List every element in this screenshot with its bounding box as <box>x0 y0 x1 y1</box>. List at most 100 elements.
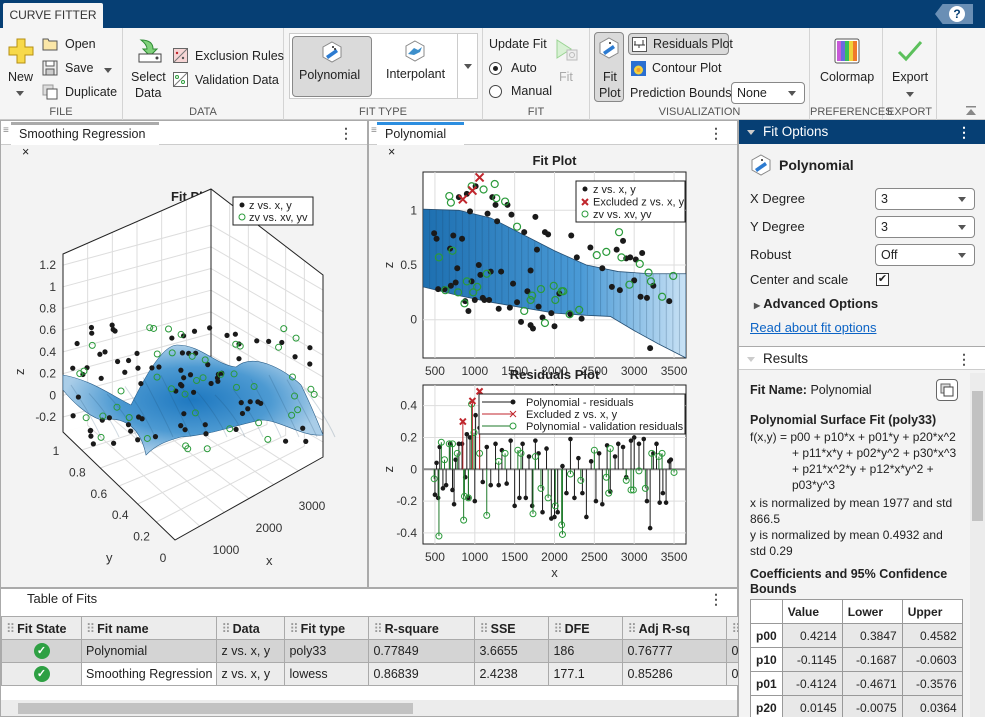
data-point <box>191 328 198 334</box>
coef-value: 0.4582 <box>901 623 963 648</box>
y-tick-label: 0.2 <box>133 530 150 544</box>
data-point <box>431 230 438 237</box>
legend-entry: Polynomial - residuals <box>526 397 634 409</box>
column-header[interactable]: ⠿ Fit name <box>80 616 218 640</box>
fit-button[interactable]: Fit <box>553 36 583 88</box>
advanced-options-toggle[interactable]: ▶ Advanced Options <box>754 296 878 311</box>
scrollbar-thumb[interactable] <box>972 391 983 521</box>
more-options-icon[interactable]: ⋮ <box>709 591 723 608</box>
table-of-fits-title: Table of Fits <box>27 591 98 606</box>
data-point <box>508 211 515 218</box>
z-tick-label: 1 <box>49 280 56 294</box>
results-header[interactable]: Results ⋮ <box>739 346 985 370</box>
data-point <box>207 325 213 331</box>
tab-polynomial[interactable]: Polynomial × <box>377 122 464 159</box>
data-point <box>181 375 187 381</box>
y-tick-label: 1 <box>53 444 60 458</box>
coef-row: p20 0.0145 -0.0075 0.0364 <box>750 695 963 717</box>
tab-smoothing-regression[interactable]: Smoothing Regression × <box>11 122 159 159</box>
column-header[interactable]: ⠿ Fit type <box>284 616 370 640</box>
fit-plot-3d: Fit Plot-0.200.20.40.60.811.200.20.40.60… <box>12 188 336 568</box>
data-point <box>208 380 214 387</box>
residual-point <box>580 490 585 496</box>
horizontal-scrollbar[interactable] <box>1 700 737 716</box>
model-title: Polynomial Surface Fit (poly33) <box>750 413 937 427</box>
copy-button[interactable] <box>936 379 958 401</box>
read-about-fit-options-link[interactable]: Read about fit options <box>750 320 876 335</box>
column-header[interactable]: ⠿ Adj R-sq <box>622 616 728 640</box>
tab-curve-fitter[interactable]: CURVE FITTER <box>3 3 103 28</box>
coef-name: p00 <box>750 623 783 648</box>
column-header[interactable]: ⠿ DFE <box>548 616 624 640</box>
table-row[interactable]: ✓ Polynomial z vs. x, y poly33 0.77849 3.6655… <box>1 639 757 663</box>
data-point <box>514 299 521 306</box>
select-data-button[interactable]: Select Data <box>129 36 167 102</box>
data-point <box>114 358 121 365</box>
residuals-plot-button[interactable]: Residuals Plot <box>628 33 733 55</box>
section-label-file: FILE <box>49 106 73 118</box>
fit-options-header[interactable]: Fit Options ⋮ <box>739 120 985 144</box>
data-point <box>181 411 187 417</box>
x-degree-dropdown[interactable]: 3 <box>875 188 975 210</box>
column-header[interactable]: ⠿ Fit State <box>1 616 82 640</box>
more-options-icon[interactable]: ⋮ <box>339 125 353 142</box>
manual-radio[interactable]: Manual <box>489 83 559 101</box>
y-degree-dropdown[interactable]: 3 <box>875 216 975 238</box>
new-button[interactable]: New <box>4 36 36 102</box>
open-button[interactable]: Open <box>42 36 117 54</box>
robust-dropdown[interactable]: Off <box>875 244 975 266</box>
folder-icon <box>42 38 58 51</box>
coef-value: -0.1145 <box>781 647 843 672</box>
contour-plot-button[interactable]: Contour Plot <box>628 59 729 79</box>
section-preferences: Colormap PREFERENCES <box>810 28 893 120</box>
exclusion-rules-button[interactable]: Exclusion Rules <box>173 48 284 66</box>
export-button[interactable]: Export <box>887 36 933 102</box>
y-tick-label: 0.4 <box>400 399 417 413</box>
data-point <box>88 433 94 439</box>
fit-type-gallery-expand[interactable] <box>457 34 477 98</box>
save-button[interactable]: Save <box>42 60 117 78</box>
checkmark-icon <box>897 41 923 62</box>
data-point <box>138 380 144 387</box>
column-header[interactable]: ⠿ Data <box>216 616 286 640</box>
scrollbar-thumb[interactable] <box>18 703 413 714</box>
drag-handle-icon[interactable]: ≡ <box>3 125 9 136</box>
validation-data-button[interactable]: Validation Data <box>173 72 281 90</box>
more-options-icon[interactable]: ⋮ <box>957 120 971 144</box>
table-cell: 2.4238 <box>474 662 550 686</box>
floppy-disk-icon <box>42 60 58 76</box>
data-point <box>266 338 272 344</box>
residual-point <box>596 451 602 456</box>
data-point <box>573 254 580 261</box>
auto-radio[interactable]: Auto <box>489 60 549 78</box>
duplicate-button[interactable]: Duplicate <box>42 84 120 102</box>
collapse-toolstrip-button[interactable] <box>965 105 977 115</box>
table-cell: 0.76777 <box>622 639 728 663</box>
data-point <box>247 399 253 405</box>
fit-type-interpolant[interactable]: Interpolant <box>376 36 456 97</box>
results-vertical-scrollbar[interactable] <box>970 373 985 717</box>
column-header[interactable]: ⠿ SSE <box>474 616 550 640</box>
colormap-button[interactable]: Colormap <box>814 36 879 96</box>
fit-type-polynomial[interactable]: Polynomial <box>292 36 372 97</box>
residual-point <box>568 436 573 442</box>
more-options-icon[interactable]: ⋮ <box>957 347 971 371</box>
more-options-icon[interactable]: ⋮ <box>709 125 723 142</box>
fit-plot-button[interactable]: Fit Plot <box>594 32 624 102</box>
data-point <box>535 303 542 310</box>
fit-plot-2d: 500 1000 1500 2000 2500 3000 350000.51Fit Plot… <box>381 153 688 385</box>
table-row[interactable]: ✓ Smoothing Regression z vs. x, y lowess 0.8… <box>1 662 757 686</box>
data-point <box>477 271 484 278</box>
center-scale-checkbox[interactable]: ✔ <box>876 273 889 286</box>
prediction-bounds-dropdown[interactable]: None <box>731 82 805 104</box>
data-point <box>492 201 499 208</box>
x-degree-label: X Degree <box>750 191 805 206</box>
chevron-down-icon <box>464 64 472 69</box>
drag-handle-icon[interactable]: ≡ <box>371 125 377 136</box>
data-point <box>282 438 289 444</box>
residual-point <box>435 495 441 501</box>
column-header[interactable]: ⠿ R-square <box>368 616 476 640</box>
data-point <box>202 422 208 428</box>
data-point <box>613 246 620 253</box>
help-button[interactable]: ? <box>935 4 973 24</box>
